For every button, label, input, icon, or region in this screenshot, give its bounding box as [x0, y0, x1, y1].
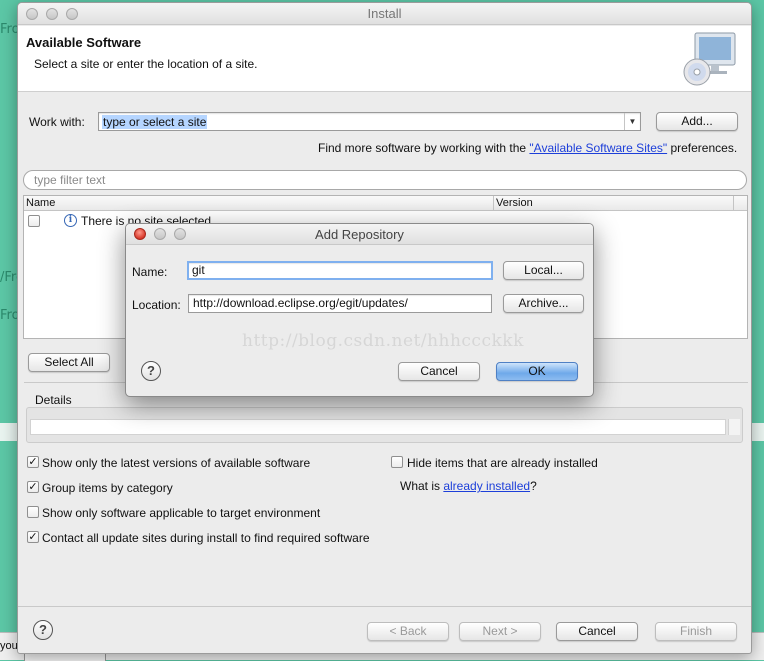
install-software-icon — [683, 32, 736, 86]
page-title: Available Software — [26, 35, 142, 50]
zoom-dialog-button[interactable] — [174, 228, 186, 240]
background-text-fragment: you — [0, 640, 18, 652]
finish-button[interactable]: Finish — [655, 622, 737, 641]
add-site-button[interactable]: Add... — [656, 112, 738, 131]
archive-button[interactable]: Archive... — [503, 294, 584, 313]
footer-separator — [18, 606, 751, 607]
checkbox-hide-installed[interactable] — [391, 456, 403, 468]
info-icon: i — [64, 214, 77, 227]
details-scrollbar[interactable] — [728, 419, 740, 435]
minimize-dialog-button[interactable] — [154, 228, 166, 240]
filter-input[interactable]: type filter text — [23, 170, 747, 190]
details-text-area[interactable] — [30, 419, 726, 435]
back-button[interactable]: < Back — [367, 622, 449, 641]
name-label: Name: — [132, 265, 168, 279]
what-is-installed-text: What is already installed? — [400, 479, 537, 493]
select-all-button[interactable]: Select All — [28, 353, 110, 372]
column-divider — [733, 196, 734, 211]
details-label: Details — [35, 393, 72, 407]
repository-location-input[interactable]: http://download.eclipse.org/egit/updates… — [188, 294, 492, 313]
wizard-header: Available Software Select a site or ente… — [18, 26, 751, 92]
option-label: Show only the latest versions of availab… — [42, 456, 311, 470]
checkbox-target-environment[interactable] — [27, 506, 39, 518]
dialog-cancel-button[interactable]: Cancel — [398, 362, 480, 381]
option-hide-installed[interactable]: Hide items that are already installed — [391, 455, 631, 471]
local-button[interactable]: Local... — [503, 261, 584, 280]
close-window-button[interactable] — [26, 8, 38, 20]
column-divider — [493, 196, 494, 211]
help-icon[interactable]: ? — [33, 620, 53, 640]
column-header-version[interactable]: Version — [496, 196, 533, 210]
repository-name-input[interactable]: git — [187, 261, 493, 280]
dialog-title: Add Repository — [315, 227, 404, 242]
checkbox-contact-sites[interactable]: ✓ — [27, 531, 39, 543]
install-titlebar: Install — [18, 3, 751, 25]
option-latest-versions[interactable]: ✓ Show only the latest versions of avail… — [27, 455, 347, 471]
details-panel — [26, 407, 743, 443]
option-label: Group items by category — [42, 481, 173, 495]
what-is-prefix: What is — [400, 479, 444, 493]
option-label: Show only software applicable to target … — [42, 506, 321, 520]
option-label: Hide items that are already installed — [407, 456, 598, 470]
dialog-titlebar: Add Repository — [126, 224, 593, 245]
available-software-sites-link[interactable]: "Available Software Sites" — [529, 141, 667, 155]
chevron-down-icon[interactable]: ▼ — [624, 113, 640, 130]
location-label: Location: — [132, 298, 181, 312]
work-with-label: Work with: — [29, 115, 85, 129]
cancel-button[interactable]: Cancel — [556, 622, 638, 641]
window-title: Install — [367, 6, 402, 21]
already-installed-link[interactable]: already installed — [443, 479, 530, 493]
work-with-value: type or select a site — [102, 115, 208, 129]
checkbox-latest-versions[interactable]: ✓ — [27, 456, 39, 468]
checkbox-group-by-category[interactable]: ✓ — [27, 481, 39, 493]
next-button[interactable]: Next > — [459, 622, 541, 641]
add-repository-dialog: Add Repository Name: git Local... Locati… — [125, 223, 594, 397]
option-group-by-category[interactable]: ✓ Group items by category — [27, 480, 227, 496]
help-icon[interactable]: ? — [141, 361, 161, 381]
ok-button[interactable]: OK — [496, 362, 578, 381]
find-more-text: Find more software by working with the "… — [318, 141, 737, 155]
row-checkbox[interactable] — [28, 215, 40, 227]
column-header-name[interactable]: Name — [26, 196, 55, 210]
work-with-combo[interactable]: type or select a site ▼ — [98, 112, 641, 131]
what-is-suffix: ? — [530, 479, 537, 493]
find-more-prefix: Find more software by working with the — [318, 141, 530, 155]
find-more-suffix: preferences. — [667, 141, 738, 155]
option-target-environment[interactable]: Show only software applicable to target … — [27, 505, 347, 521]
watermark-text: http://blog.csdn.net/hhhccckkk — [242, 331, 524, 351]
close-dialog-button[interactable] — [134, 228, 146, 240]
option-label: Contact all update sites during install … — [42, 531, 370, 545]
table-header: Name Version — [24, 196, 747, 211]
page-subtitle: Select a site or enter the location of a… — [34, 57, 258, 71]
minimize-window-button[interactable] — [46, 8, 58, 20]
option-contact-sites[interactable]: ✓ Contact all update sites during instal… — [27, 530, 387, 546]
zoom-window-button[interactable] — [66, 8, 78, 20]
